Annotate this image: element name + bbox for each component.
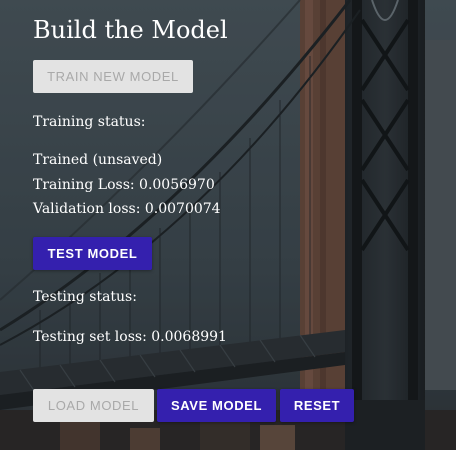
load-model-button[interactable]: LOAD MODEL bbox=[33, 389, 154, 422]
training-status-label: Training status: bbox=[33, 114, 146, 130]
validation-loss-text: Validation loss: 0.0070074 bbox=[33, 201, 221, 217]
save-model-button[interactable]: SAVE MODEL bbox=[157, 389, 276, 422]
testing-set-loss-text: Testing set loss: 0.0068991 bbox=[33, 329, 227, 345]
training-status-value: Trained (unsaved) bbox=[33, 152, 163, 168]
train-new-model-button[interactable]: TRAIN NEW MODEL bbox=[33, 60, 193, 93]
reset-button[interactable]: RESET bbox=[280, 389, 354, 422]
training-loss-text: Training Loss: 0.0056970 bbox=[33, 177, 215, 193]
page-title: Build the Model bbox=[33, 16, 228, 44]
test-model-button[interactable]: TEST MODEL bbox=[33, 237, 152, 270]
build-model-panel: Build the Model TRAIN NEW MODEL Training… bbox=[0, 0, 456, 450]
testing-status-label: Testing status: bbox=[33, 289, 137, 305]
